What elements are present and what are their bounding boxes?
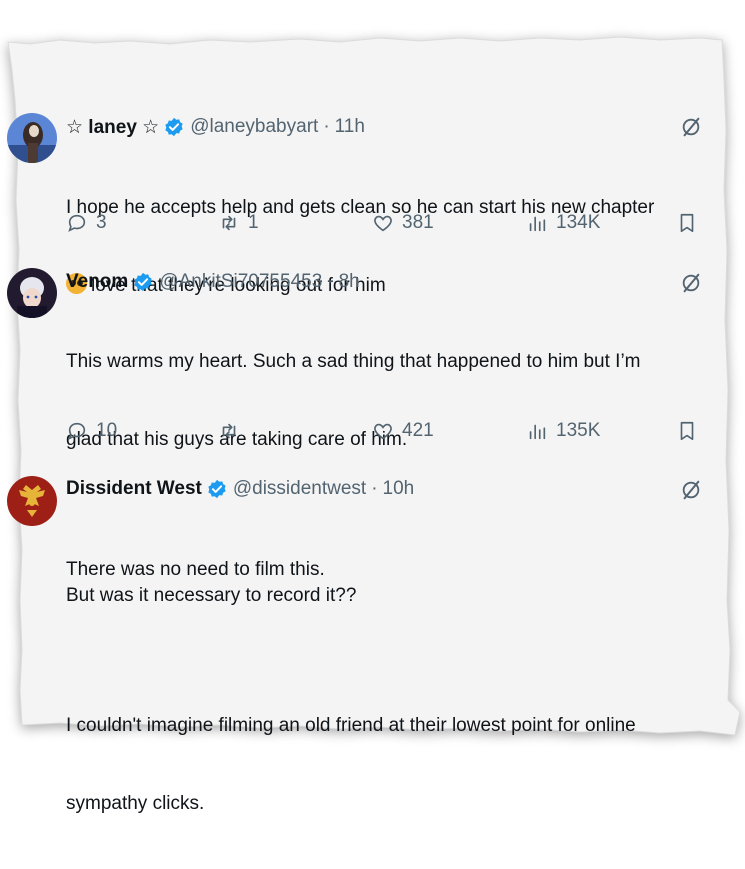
repost-button[interactable]: 1 (218, 210, 259, 236)
grok-icon[interactable] (680, 479, 702, 501)
reply-button[interactable]: 10 (66, 418, 117, 444)
tweet-header: Venom @AnkitSi70755453 · 8h (66, 269, 360, 295)
views-chart-icon (529, 216, 546, 232)
like-count: 421 (402, 420, 434, 441)
tweet-text-line: There was no need to film this. (66, 559, 325, 580)
timestamp[interactable]: 10h (383, 478, 415, 500)
views-count: 134K (556, 212, 601, 233)
bookmark-icon[interactable] (676, 212, 698, 234)
separator-dot: · (327, 271, 334, 292)
tweet-text-line (66, 635, 736, 661)
tweet-text-line: This warms my heart. Such a sad thing th… (66, 351, 641, 372)
heart-icon (374, 215, 392, 232)
avatar-anime-character-dark-icon (7, 268, 57, 318)
avatar[interactable] (7, 476, 57, 526)
reply-button[interactable]: 3 (66, 210, 107, 236)
display-name[interactable]: ☆ laney ☆ (66, 116, 159, 139)
avatar-anime-character-blue-icon (7, 113, 57, 163)
views-button[interactable]: 135K (526, 418, 600, 444)
repost-icon (222, 423, 236, 439)
tweet-actions: 10 421 135K (66, 418, 706, 444)
like-button[interactable]: 381 (372, 210, 434, 236)
verified-badge-icon (165, 117, 183, 137)
user-handle[interactable]: @laneybabyart (190, 116, 318, 138)
separator-dot: · (323, 116, 330, 137)
user-handle[interactable]: @dissidentwest (233, 478, 366, 500)
separator-dot: · (371, 478, 378, 499)
views-button[interactable]: 134K (526, 210, 600, 236)
reply-icon (68, 422, 86, 440)
like-count: 381 (402, 212, 434, 233)
avatar[interactable] (7, 268, 57, 318)
bookmark-icon[interactable] (676, 420, 698, 442)
tweet-text-line: sympathy clicks. (66, 793, 205, 814)
tweet-text: There was no need to film this. I couldn… (66, 505, 736, 869)
reply-count: 3 (96, 212, 107, 233)
user-handle[interactable]: @AnkitSi70755453 (159, 271, 322, 293)
reply-count: 10 (96, 420, 118, 441)
grok-icon[interactable] (680, 272, 702, 294)
timestamp[interactable]: 11h (335, 116, 365, 138)
avatar-double-headed-eagle-red-icon (7, 476, 57, 526)
views-count: 135K (556, 420, 601, 441)
repost-button[interactable] (218, 418, 248, 444)
tweet-header: ☆ laney ☆ @laneybabyart · 11h (66, 114, 365, 140)
timestamp[interactable]: 8h (339, 271, 360, 293)
heart-icon (374, 423, 392, 440)
avatar[interactable] (7, 113, 57, 163)
tweet-text-line: I couldn't imagine filming an old friend… (66, 715, 636, 736)
like-button[interactable]: 421 (372, 418, 434, 444)
verified-badge-icon (208, 479, 226, 499)
tweet-actions: 3 1 381 134K (66, 210, 706, 236)
display-name[interactable]: Venom (66, 271, 128, 293)
repost-icon (222, 215, 236, 231)
verified-badge-icon (134, 272, 152, 292)
tweet-header: Dissident West @dissidentwest · 10h (66, 476, 414, 502)
tweet-feed: ☆ laney ☆ @laneybabyart · 11h I hope he … (0, 0, 745, 814)
repost-count: 1 (248, 212, 259, 233)
grok-icon[interactable] (680, 116, 702, 138)
reply-icon (68, 214, 86, 232)
display-name[interactable]: Dissident West (66, 478, 202, 500)
views-chart-icon (529, 424, 546, 440)
